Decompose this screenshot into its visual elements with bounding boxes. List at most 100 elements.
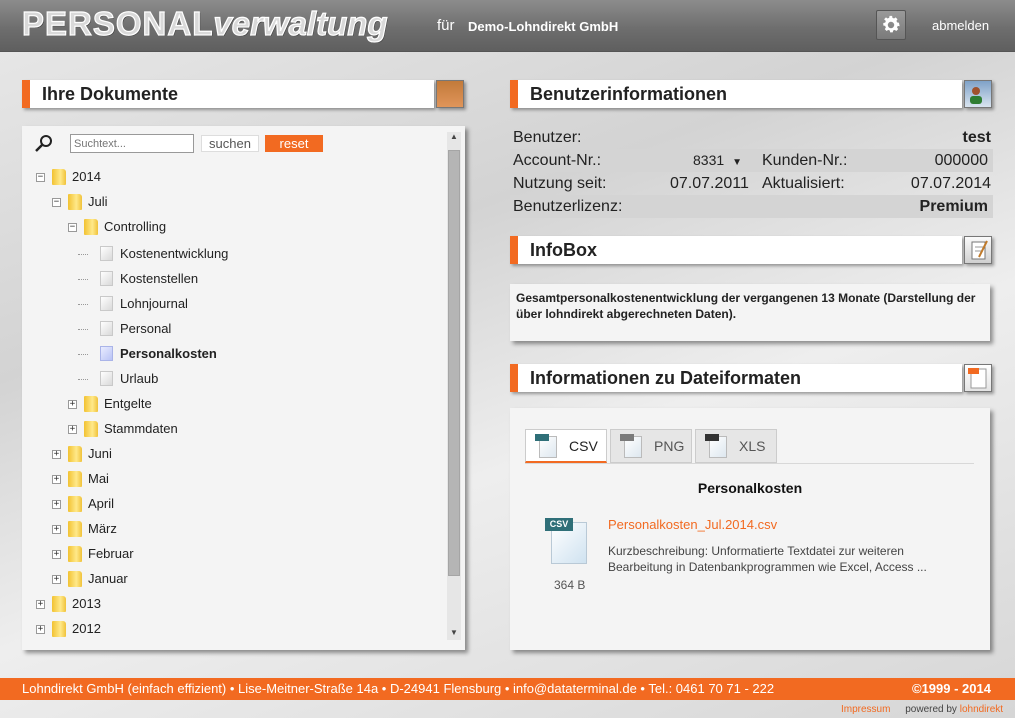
folder-icon <box>84 219 98 235</box>
reset-button[interactable]: reset <box>265 135 323 152</box>
collapse-icon[interactable]: − <box>68 223 77 232</box>
expand-icon[interactable]: + <box>52 500 61 509</box>
clipboard-icon <box>964 236 992 264</box>
tree-item-label: Personal <box>120 321 172 336</box>
tab-xls[interactable]: XLS <box>695 429 777 463</box>
expand-icon[interactable]: + <box>52 525 61 534</box>
tree-scrollbar[interactable]: ▲ ▼ <box>447 132 461 640</box>
expand-icon[interactable]: + <box>36 600 45 609</box>
fileformats-section-title: Informationen zu Dateiformaten <box>510 364 962 392</box>
search-button[interactable]: suchen <box>201 135 259 152</box>
document-icon <box>100 321 113 336</box>
folder-icon <box>52 596 66 612</box>
scroll-down-arrow-icon[interactable]: ▼ <box>447 628 461 640</box>
benutzer-label: Benutzer: <box>513 129 582 146</box>
account-value: 8331 <box>693 152 725 168</box>
tree-folder[interactable]: − Juli <box>22 191 442 213</box>
documents-section-title: Ihre Dokumente <box>22 80 434 108</box>
tree-folder[interactable]: + April <box>22 493 442 515</box>
fileformats-panel: CSV PNG XLS Personalkosten CSV 364 B Perso… <box>510 408 990 650</box>
tree-folder[interactable]: + Entgelte <box>22 393 442 415</box>
tree-document[interactable]: Kostenstellen <box>22 268 442 290</box>
file-page-glyph-icon <box>968 368 987 389</box>
fuer-label: für <box>437 17 455 34</box>
tree-folder[interactable]: + März <box>22 518 442 540</box>
lizenz-label: Benutzerlizenz: <box>513 198 623 215</box>
tab-png[interactable]: PNG <box>610 429 692 463</box>
folder-icon <box>68 496 82 512</box>
settings-button[interactable] <box>876 10 906 40</box>
nutzung-label: Nutzung seit: <box>513 175 607 192</box>
tree-item-label: Urlaub <box>120 371 159 386</box>
tree-folder[interactable]: + Stammdaten <box>22 418 442 440</box>
collapse-icon[interactable]: − <box>36 173 45 182</box>
logout-link[interactable]: abmelden <box>932 18 989 33</box>
document-icon <box>100 296 113 311</box>
tree-folder[interactable]: +2012 <box>22 618 442 640</box>
tree-item-label: Mai <box>88 471 109 486</box>
infobox-section-title: InfoBox <box>510 236 962 264</box>
folder-icon <box>52 169 66 185</box>
userinfo-table: Benutzer: test Account-Nr.: 8331 ▼ Kunden… <box>510 126 993 218</box>
logo-rest: verwaltung <box>213 4 388 42</box>
kunden-value: 000000 <box>934 152 988 169</box>
tree-document[interactable]: Personalkosten <box>22 343 442 365</box>
search-input[interactable] <box>70 134 194 153</box>
infobox-panel: Gesamtpersonalkostenentwicklung der verg… <box>510 284 990 341</box>
document-icon <box>100 346 113 361</box>
tree-folder[interactable]: + Januar <box>22 568 442 590</box>
tree-item-label: Januar <box>88 571 128 586</box>
nutzung-value: 07.07.2011 <box>670 175 749 192</box>
folder-icon <box>84 421 98 437</box>
tree-connector <box>78 354 88 355</box>
expand-icon[interactable]: + <box>52 575 61 584</box>
folder-icon <box>68 571 82 587</box>
footer-company-info: Lohndirekt GmbH (einfach effizient) • Li… <box>22 678 774 700</box>
tab-label: XLS <box>739 438 766 454</box>
scroll-thumb[interactable] <box>448 150 460 576</box>
expand-icon[interactable]: + <box>52 450 61 459</box>
userinfo-row-nutzung: Nutzung seit: 07.07.2011 Aktualisiert: 0… <box>510 172 993 195</box>
impressum-link[interactable]: Impressum <box>841 704 890 715</box>
tree-document[interactable]: Urlaub <box>22 368 442 390</box>
tree-folder[interactable]: + Februar <box>22 543 442 565</box>
lohndirekt-link[interactable]: lohndirekt <box>960 704 1003 715</box>
tree-folder[interactable]: + Mai <box>22 468 442 490</box>
userinfo-section-title: Benutzerinformationen <box>510 80 962 108</box>
user-card-icon <box>964 80 992 108</box>
tree-document[interactable]: Personal <box>22 318 442 340</box>
tab-csv[interactable]: CSV <box>525 429 607 463</box>
tree-item-label: Controlling <box>104 219 167 234</box>
footer-text: Lohndirekt GmbH (einfach effizient) • Li… <box>22 681 775 696</box>
aktualisiert-value: 07.07.2014 <box>910 175 991 192</box>
document-icon <box>100 271 113 286</box>
tree-item-label: Kostenentwicklung <box>120 246 229 261</box>
tree-item-label: Stammdaten <box>104 421 178 436</box>
tree-item-label: Februar <box>88 546 134 561</box>
account-select[interactable]: 8331 ▼ <box>693 149 742 174</box>
expand-icon[interactable]: + <box>52 550 61 559</box>
userinfo-row-account: Account-Nr.: 8331 ▼ Kunden-Nr.: 000000 <box>510 149 993 172</box>
tree-folder[interactable]: + Juni <box>22 443 442 465</box>
magnifier-icon <box>35 135 52 152</box>
account-label: Account-Nr.: <box>513 152 602 169</box>
tree-folder[interactable]: − 2014 <box>22 166 442 188</box>
tree-connector <box>78 379 88 380</box>
expand-icon[interactable]: + <box>68 400 77 409</box>
tree-document[interactable]: Kostenentwicklung <box>22 243 442 265</box>
expand-icon[interactable]: + <box>52 475 61 484</box>
user-silhouette-icon <box>970 87 982 104</box>
tree-folder[interactable]: − Controlling <box>22 216 442 238</box>
kunden-label: Kunden-Nr.: <box>762 152 848 169</box>
tree-folder[interactable]: +2013 <box>22 593 442 615</box>
expand-icon[interactable]: + <box>36 625 45 634</box>
clipboard-glyph-icon <box>971 240 988 260</box>
scroll-up-arrow-icon[interactable]: ▲ <box>447 132 461 144</box>
tree-document[interactable]: Lohnjournal <box>22 293 442 315</box>
collapse-icon[interactable]: − <box>52 198 61 207</box>
tree-item-label: März <box>88 521 117 536</box>
file-download-link[interactable]: Personalkosten_Jul.2014.csv <box>608 517 777 532</box>
expand-icon[interactable]: + <box>68 425 77 434</box>
folder-icon <box>84 396 98 412</box>
gear-icon <box>883 15 900 33</box>
